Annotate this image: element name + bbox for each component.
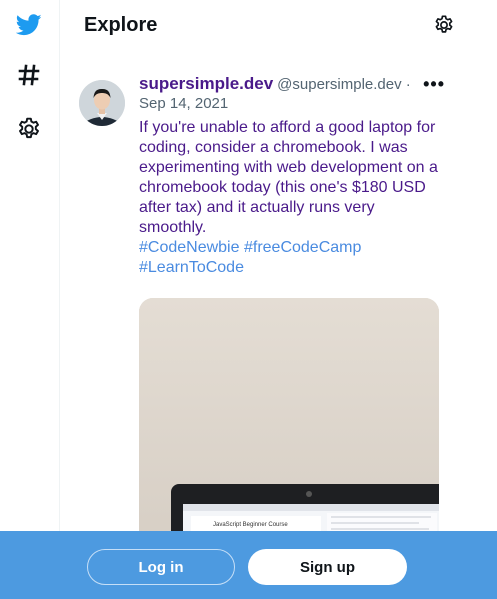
signup-button[interactable]: Sign up: [248, 549, 407, 585]
tweet-text-block: If you're unable to afford a good laptop…: [139, 118, 439, 278]
hashtag-link[interactable]: #LearnToCode: [139, 259, 244, 276]
tweet-image[interactable]: JavaScript Beginner Course: [139, 298, 439, 558]
hashtag-link[interactable]: #freeCodeCamp: [244, 239, 361, 256]
page-title: Explore: [84, 14, 158, 36]
main-column: Explore supersimple.dev @supersimple.dev …: [61, 0, 497, 599]
more-options-icon[interactable]: •••: [423, 74, 445, 95]
tweet-date[interactable]: Sep 14, 2021: [139, 95, 228, 112]
hashtag-icon[interactable]: [14, 60, 44, 90]
gear-icon[interactable]: [14, 114, 44, 144]
tweet-text: If you're unable to afford a good laptop…: [139, 119, 438, 236]
author-name[interactable]: supersimple.dev: [139, 74, 273, 93]
hashtag-list: #CodeNewbie #freeCodeCamp #LearnToCode: [139, 238, 439, 278]
author-handle[interactable]: @supersimple.dev ·: [277, 76, 411, 93]
login-button[interactable]: Log in: [87, 549, 235, 585]
screen-caption: JavaScript Beginner Course: [213, 522, 288, 528]
twitter-logo-icon[interactable]: [14, 10, 44, 40]
login-bar: Log in Sign up: [0, 531, 497, 599]
hashtag-link[interactable]: #CodeNewbie: [139, 239, 240, 256]
settings-gear-icon[interactable]: [433, 14, 457, 38]
avatar[interactable]: [79, 80, 125, 126]
side-nav: [0, 0, 60, 599]
